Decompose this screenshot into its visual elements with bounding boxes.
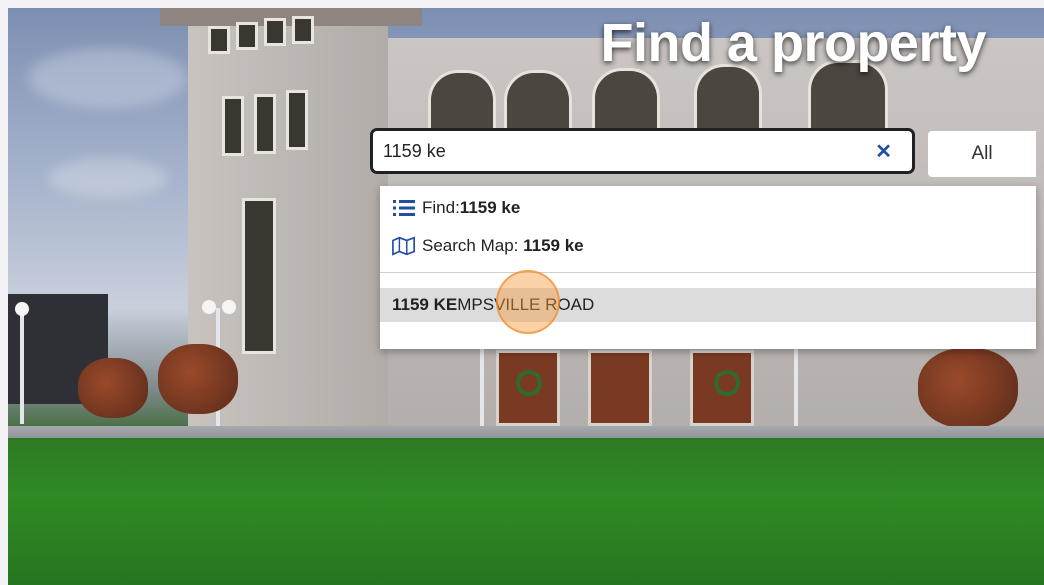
find-option-value: 1159 ke bbox=[459, 198, 521, 217]
search-map-value: 1159 ke bbox=[523, 236, 584, 255]
search-map-label: Search Map: bbox=[422, 236, 524, 255]
window bbox=[292, 16, 314, 44]
find-option[interactable]: Find: 1159 ke bbox=[392, 198, 520, 218]
search-box: ✕ bbox=[370, 128, 915, 174]
window bbox=[242, 198, 276, 354]
search-map-option[interactable]: Search Map: 1159 ke bbox=[392, 236, 584, 256]
window bbox=[254, 94, 276, 154]
window bbox=[264, 18, 286, 46]
cloud bbox=[28, 48, 188, 108]
wreath bbox=[714, 370, 740, 396]
tree bbox=[918, 348, 1018, 428]
close-icon[interactable]: ✕ bbox=[875, 142, 892, 162]
window bbox=[236, 22, 258, 50]
divider bbox=[380, 272, 1036, 273]
door bbox=[588, 350, 652, 426]
lamp-head bbox=[15, 302, 29, 316]
wreath bbox=[516, 370, 542, 396]
window bbox=[208, 26, 230, 54]
autocomplete-dropdown: Find: 1159 ke Search Map: 1159 ke 1159 K… bbox=[380, 186, 1036, 349]
click-indicator bbox=[496, 270, 560, 334]
lamp-head bbox=[222, 300, 236, 314]
find-option-label: Find: bbox=[422, 198, 460, 217]
lamp-head bbox=[202, 300, 216, 314]
tree bbox=[158, 344, 238, 414]
window bbox=[286, 90, 308, 150]
scope-select[interactable]: All bbox=[928, 131, 1036, 177]
search-input[interactable] bbox=[373, 139, 865, 163]
lamp-post bbox=[20, 308, 24, 424]
address-suggestion[interactable]: 1159 KE MPSVILLE ROAD bbox=[380, 288, 1036, 322]
list-icon bbox=[393, 200, 415, 216]
tree bbox=[78, 358, 148, 418]
window bbox=[222, 96, 244, 156]
lawn bbox=[8, 438, 1044, 585]
suggestion-match: 1159 KE bbox=[392, 295, 458, 314]
page-title: Find a property bbox=[600, 13, 986, 73]
map-icon bbox=[392, 236, 415, 256]
cloud bbox=[48, 158, 168, 198]
tower-cap bbox=[160, 8, 422, 26]
search-bar: ✕ All bbox=[370, 128, 1036, 186]
